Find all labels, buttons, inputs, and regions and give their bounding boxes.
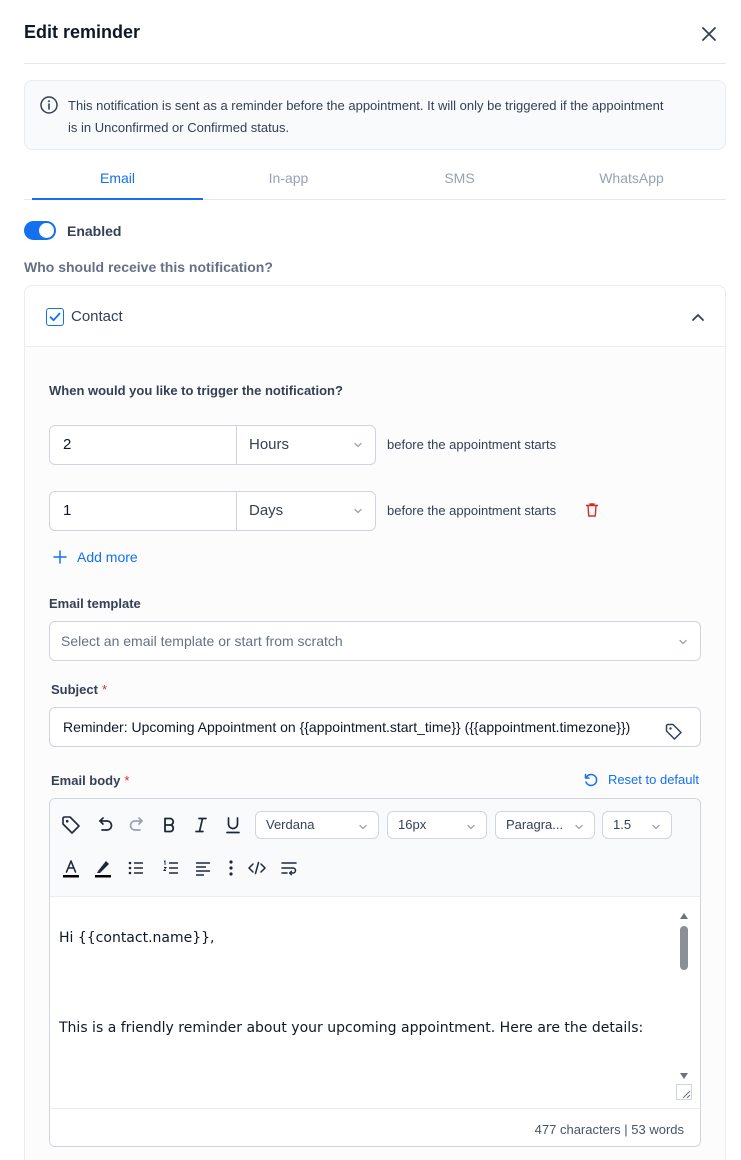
trigger-value-input[interactable]: 2 <box>49 425 237 465</box>
email-template-select[interactable]: Select an email template or start from s… <box>49 621 701 661</box>
info-banner: This notification is sent as a reminder … <box>24 80 726 150</box>
resize-handle[interactable] <box>676 1084 692 1100</box>
scroll-down-arrow-icon[interactable] <box>680 1072 688 1080</box>
undo-icon[interactable] <box>94 814 116 836</box>
enabled-label: Enabled <box>67 223 122 239</box>
scrollbar-thumb[interactable] <box>680 926 688 970</box>
chevron-down-icon <box>354 508 362 514</box>
email-template-label: Email template <box>49 596 141 611</box>
email-body-label: Email body * <box>51 773 129 788</box>
font-size-select[interactable]: 16px <box>387 811 487 839</box>
reset-icon <box>584 773 598 787</box>
tab-email[interactable]: Email <box>32 158 203 200</box>
subject-label-text: Subject <box>51 682 98 697</box>
required-mark: * <box>101 682 108 697</box>
chevron-down-icon <box>467 824 475 830</box>
info-icon <box>39 95 59 115</box>
contact-label: Contact <box>71 308 123 325</box>
trigger-unit-value: Days <box>249 502 284 519</box>
check-icon <box>49 312 61 322</box>
chevron-down-icon <box>652 824 660 830</box>
chevron-down-icon <box>575 824 583 830</box>
enabled-toggle[interactable] <box>24 221 56 240</box>
editor-footer: 477 characters | 53 words <box>50 1108 700 1146</box>
trigger-unit-select[interactable]: Hours <box>236 425 376 465</box>
block-format-select[interactable]: Paragra... <box>495 811 595 839</box>
reset-label: Reset to default <box>607 772 699 787</box>
chevron-down-icon <box>354 442 362 448</box>
font-size-value: 16px <box>398 817 427 832</box>
editor-toolbar: Verdana 16px Paragra... 1.5 <box>50 799 700 897</box>
bullet-list-icon[interactable] <box>125 857 147 879</box>
tab-sms[interactable]: SMS <box>374 158 545 200</box>
text-color-icon[interactable] <box>60 857 82 879</box>
dialog-title: Edit reminder <box>24 22 141 42</box>
body-line: This is a friendly reminder about your u… <box>59 1020 644 1036</box>
contact-checkbox[interactable] <box>46 308 64 326</box>
recipients-question: Who should receive this notification? <box>24 259 273 275</box>
font-family-value: Verdana <box>266 817 315 832</box>
body-line: Hi {{contact.name}}, <box>59 930 215 946</box>
channel-tabs: Email In-app SMS WhatsApp <box>24 158 726 200</box>
line-height-select[interactable]: 1.5 <box>602 811 672 839</box>
info-text: This notification is sent as a reminder … <box>68 98 664 135</box>
bold-icon[interactable] <box>158 814 180 836</box>
chevron-down-icon <box>679 639 687 645</box>
scroll-up-arrow-icon[interactable] <box>680 912 688 920</box>
trash-icon[interactable] <box>585 502 599 523</box>
trigger-question: When would you like to trigger the notif… <box>49 383 343 398</box>
font-family-select[interactable]: Verdana <box>255 811 379 839</box>
subject-input[interactable]: Reminder: Upcoming Appointment on {{appo… <box>49 707 701 747</box>
reset-to-default-button[interactable]: Reset to default <box>584 772 699 787</box>
text-wrap-icon[interactable] <box>278 857 300 879</box>
tab-whatsapp[interactable]: WhatsApp <box>546 158 717 200</box>
code-icon[interactable] <box>246 857 268 879</box>
subject-value: Reminder: Upcoming Appointment on {{appo… <box>63 719 631 735</box>
email-template-placeholder: Select an email template or start from s… <box>61 633 343 649</box>
tag-icon[interactable] <box>60 814 82 836</box>
tab-in-app[interactable]: In-app <box>203 158 374 200</box>
highlight-icon[interactable] <box>92 857 114 879</box>
close-icon[interactable] <box>700 25 718 43</box>
add-more-label: Add more <box>77 549 138 565</box>
line-height-value: 1.5 <box>613 817 632 832</box>
contact-card: Contact When would you like to trigger t… <box>24 285 726 1160</box>
contact-card-header[interactable]: Contact <box>25 286 725 347</box>
numbered-list-icon[interactable] <box>160 857 182 879</box>
plus-icon <box>53 550 67 564</box>
redo-icon[interactable] <box>126 814 148 836</box>
dialog-header: Edit reminder <box>24 0 726 64</box>
subject-label: Subject * <box>51 682 107 697</box>
email-body-label-text: Email body <box>51 773 121 788</box>
trigger-suffix: before the appointment starts <box>387 437 557 452</box>
toggle-knob <box>39 223 54 238</box>
rich-text-editor: Verdana 16px Paragra... 1.5 Hi {{contact… <box>49 798 701 1147</box>
trigger-value-input[interactable]: 1 <box>49 491 237 531</box>
editor-content[interactable]: Hi {{contact.name}}, This is a friendly … <box>50 898 700 1108</box>
more-vertical-icon[interactable] <box>220 857 242 879</box>
trigger-unit-select[interactable]: Days <box>236 491 376 531</box>
block-format-value: Paragra... <box>506 817 564 832</box>
required-mark: * <box>124 773 130 788</box>
trigger-suffix: before the appointment starts <box>387 503 557 518</box>
align-left-icon[interactable] <box>192 857 214 879</box>
underline-icon[interactable] <box>222 814 244 836</box>
chevron-down-icon <box>359 824 367 830</box>
italic-icon[interactable] <box>190 814 212 836</box>
chevron-up-icon[interactable] <box>691 310 705 324</box>
character-word-count: 477 characters | 53 words <box>534 1122 684 1137</box>
trigger-unit-value: Hours <box>249 436 290 453</box>
tag-icon[interactable] <box>664 718 684 746</box>
